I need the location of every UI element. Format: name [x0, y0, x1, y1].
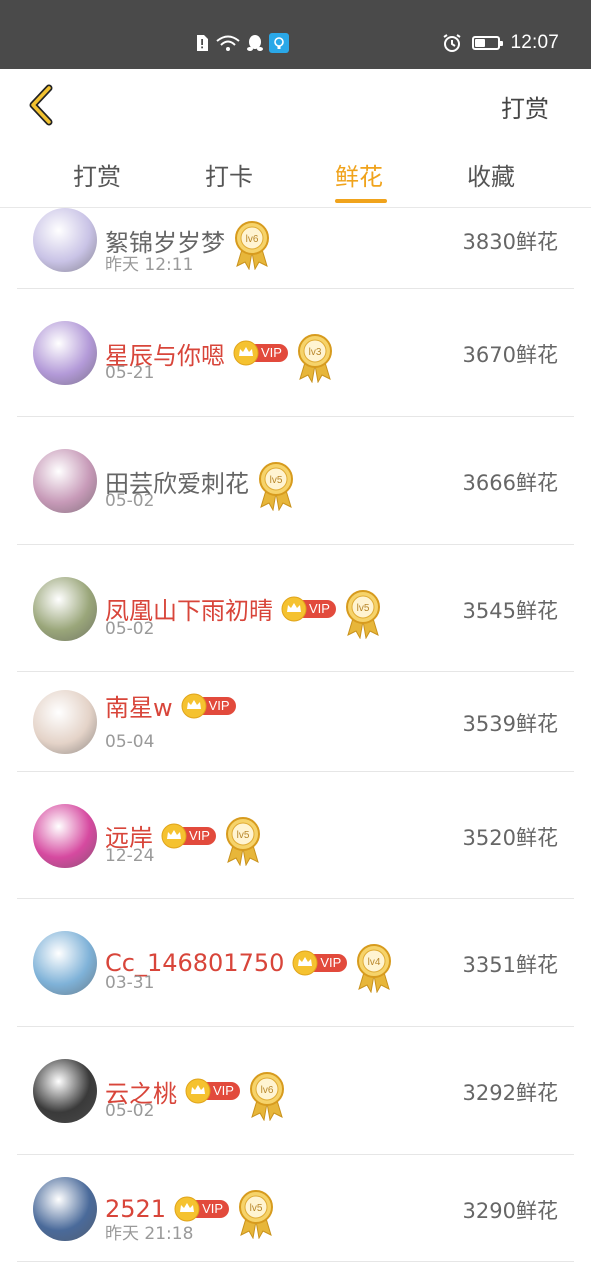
level-medal-icon: lv5	[257, 461, 295, 515]
svg-text:lv5: lv5	[237, 830, 250, 841]
list-item[interactable]: Cc_146801750 VIP lv4 03-31 3351鲜花	[17, 899, 574, 1027]
avatar[interactable]	[33, 803, 97, 868]
alarm-icon	[443, 34, 462, 52]
avatar[interactable]	[33, 931, 97, 995]
level-medal-icon: lv5	[344, 589, 382, 643]
timestamp: 昨天 21:18	[105, 1223, 194, 1244]
status-icons-center	[195, 32, 289, 54]
timestamp: 昨天 12:11	[105, 255, 194, 275]
level-medal-icon: lv3	[296, 333, 334, 387]
avatar[interactable]	[33, 321, 97, 385]
level-medal-icon: lv6	[233, 220, 271, 274]
avatar[interactable]	[33, 690, 97, 754]
timestamp: 12-24	[105, 845, 155, 866]
back-button[interactable]	[18, 81, 62, 129]
flower-count: 3539鲜花	[462, 712, 558, 736]
crown-icon	[281, 596, 307, 621]
crown-icon	[161, 823, 187, 848]
avatar[interactable]	[33, 576, 97, 641]
svg-text:lv6: lv6	[261, 1085, 274, 1096]
status-bar: 12:07	[0, 0, 591, 69]
flower-count: 3290鲜花	[462, 1198, 558, 1223]
flower-count: 3292鲜花	[462, 1081, 558, 1105]
svg-text:lv3: lv3	[309, 347, 322, 358]
level-medal-icon: lv5	[237, 1189, 275, 1243]
level-medal-icon: lv5	[224, 816, 262, 870]
svg-text:lv5: lv5	[357, 603, 370, 614]
svg-text:lv5: lv5	[270, 475, 283, 486]
svg-text:lv6: lv6	[246, 234, 259, 245]
avatar[interactable]	[33, 208, 97, 272]
avatar[interactable]	[33, 1059, 97, 1123]
list-item[interactable]: 远岸 VIP lv5 12-24 3520鲜花	[17, 772, 574, 899]
vip-badge: VIP	[281, 596, 336, 622]
level-medal-icon: lv6	[248, 1071, 286, 1125]
list-item[interactable]: 凤凰山下雨初晴 VIP lv5 05-02 3545鲜花	[17, 545, 574, 672]
vip-badge: VIP	[174, 1196, 230, 1222]
sim-alert-icon	[197, 35, 208, 51]
list-item[interactable]: 2521 VIP lv5 昨天 21:18 3290鲜花	[17, 1155, 574, 1262]
tab-reward[interactable]: 打赏	[73, 157, 121, 192]
tab-checkin[interactable]: 打卡	[205, 157, 253, 192]
flower-count: 3830鲜花	[462, 230, 558, 254]
status-icons-right: 12:07	[442, 32, 559, 54]
battery-icon	[472, 36, 504, 50]
flower-count: 3670鲜花	[462, 343, 558, 367]
flower-count: 3351鲜花	[462, 953, 558, 977]
timestamp: 05-04	[105, 732, 155, 752]
user-name[interactable]: 南星w	[105, 688, 173, 723]
svg-text:lv5: lv5	[250, 1203, 263, 1214]
vip-badge: VIP	[292, 950, 348, 976]
timestamp: 03-31	[105, 973, 155, 993]
flower-count: 3520鲜花	[462, 825, 558, 850]
level-medal-icon: lv4	[355, 943, 393, 997]
tab-bar: 打赏 打卡 鲜花 收藏	[0, 141, 591, 208]
vip-badge: VIP	[161, 823, 216, 849]
list-item[interactable]: 星辰与你嗯 VIP lv3 05-21 3670鲜花	[17, 289, 574, 417]
vip-badge: VIP	[181, 693, 236, 719]
vip-badge: VIP	[185, 1078, 240, 1104]
svg-text:lv4: lv4	[368, 957, 381, 968]
list-item[interactable]: 田芸欣爱刺花 lv5 05-02 3666鲜花	[17, 417, 574, 545]
crown-icon	[233, 340, 259, 366]
tab-favorites[interactable]: 收藏	[467, 157, 515, 192]
reward-button[interactable]: 打赏	[501, 89, 549, 124]
list-item[interactable]: 南星w VIP 05-04 3539鲜花	[17, 672, 574, 772]
list-item[interactable]: 絮锦岁岁梦 lv6 昨天 12:11 3830鲜花	[17, 208, 574, 289]
timestamp: 05-02	[105, 1101, 155, 1121]
timestamp: 05-02	[105, 618, 155, 639]
status-time: 12:07	[510, 32, 559, 53]
user-name-line: 南星w VIP	[105, 688, 236, 723]
crown-icon	[174, 1196, 200, 1221]
flower-ranking-list[interactable]: 絮锦岁岁梦 lv6 昨天 12:11 3830鲜花 星辰与你嗯 VIP lv3 05-21 36…	[0, 208, 591, 1280]
qq-icon	[247, 35, 263, 51]
wifi-icon	[216, 35, 240, 51]
timestamp: 05-02	[105, 491, 155, 511]
avatar[interactable]	[33, 1176, 97, 1241]
avatar[interactable]	[33, 449, 97, 513]
tab-flowers[interactable]: 鲜花	[335, 157, 383, 192]
timestamp: 05-21	[105, 363, 155, 383]
crown-icon	[185, 1078, 211, 1104]
flower-count: 3545鲜花	[462, 598, 558, 623]
flower-count: 3666鲜花	[462, 471, 558, 495]
crown-icon	[181, 693, 207, 718]
active-tab-indicator	[335, 199, 387, 203]
app-notification-icon	[269, 33, 289, 53]
list-item[interactable]: 云之桃 VIP lv6 05-02 3292鲜花	[17, 1027, 574, 1155]
crown-icon	[292, 950, 318, 976]
back-chevron-icon	[29, 84, 53, 126]
vip-badge: VIP	[233, 340, 288, 366]
title-bar: 打赏	[0, 69, 591, 141]
